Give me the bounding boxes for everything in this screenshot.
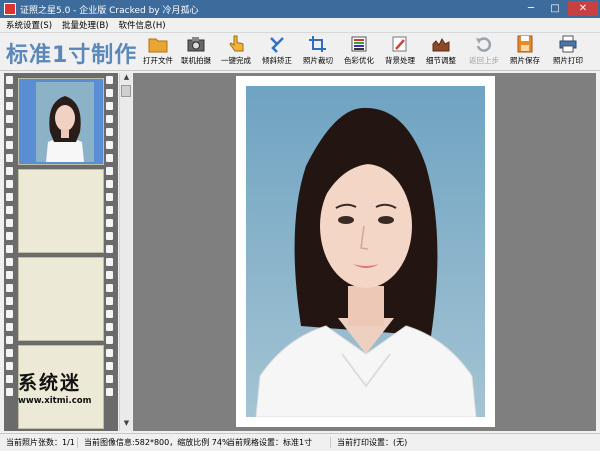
- open-file-button[interactable]: 打开文件: [138, 35, 178, 69]
- brand-title: 标准1寸制作: [6, 43, 138, 68]
- film-frame-empty[interactable]: [18, 169, 104, 253]
- photo-crop-label: 照片裁切: [303, 56, 333, 65]
- detail-adjust-button[interactable]: 细节调整: [421, 35, 461, 69]
- photo-crop-button[interactable]: 照片裁切: [298, 35, 338, 69]
- filmstrip-scrollbar[interactable]: ▲ ▼: [119, 73, 132, 431]
- brush-icon: [392, 36, 407, 52]
- open-file-label: 打开文件: [143, 56, 173, 65]
- toolbar: 标准1寸制作 打开文件 联机拍摄 一键完成 倾斜矫正 照片裁切 色彩优化 背景处…: [0, 33, 600, 71]
- photo-paper: [236, 76, 495, 427]
- watermark-cn: 系统迷: [18, 372, 82, 394]
- status-print-setting: 当前打印设置：(无): [337, 438, 408, 447]
- minimize-button[interactable]: ─: [520, 1, 542, 16]
- status-bar: 当前照片张数：1/1 当前图像信息:582*800，缩放比例 74% 当前规格设…: [0, 433, 600, 451]
- detail-adjust-label: 细节调整: [426, 56, 456, 65]
- preview-canvas[interactable]: [133, 73, 596, 431]
- window-title: 证照之星5.0 - 企业版 Cracked by 冷月孤心: [20, 5, 199, 16]
- menu-batch-process[interactable]: 批量处理(B): [62, 19, 108, 31]
- film-frame-empty[interactable]: [18, 257, 104, 341]
- save-icon: [517, 35, 533, 53]
- save-photo-button[interactable]: 照片保存: [505, 35, 545, 69]
- hand-pointer-icon: [229, 35, 244, 52]
- filmstrip: 系统迷 www.xitmi.com: [4, 73, 118, 431]
- scroll-down-arrow-icon[interactable]: ▼: [120, 419, 133, 431]
- scroll-up-arrow-icon[interactable]: ▲: [120, 73, 133, 85]
- undo-icon: [476, 37, 492, 52]
- undo-label: 返回上步: [469, 56, 499, 65]
- photo-thumbnail: [36, 82, 94, 162]
- folder-icon: [148, 38, 168, 53]
- levels-icon: [432, 37, 450, 52]
- menu-software-info[interactable]: 软件信息(H): [119, 19, 166, 31]
- status-photo-count: 当前照片张数：1/1: [0, 437, 78, 448]
- color-optimize-button[interactable]: 色彩优化: [339, 35, 379, 69]
- menu-bar: 系统设置(S) 批量处理(B) 软件信息(H): [0, 18, 600, 33]
- background-process-button[interactable]: 背景处理: [380, 35, 420, 69]
- print-photo-button[interactable]: 照片打印: [548, 35, 588, 69]
- crop-icon: [309, 36, 326, 52]
- close-button[interactable]: ✕: [568, 1, 598, 16]
- status-spec-setting: 当前规格设置：标准1寸: [221, 437, 331, 448]
- tilt-correct-label: 倾斜矫正: [262, 56, 292, 65]
- rotate-icon: [270, 37, 284, 53]
- one-click-label: 一键完成: [221, 56, 251, 65]
- portrait-thumbnail-image: [36, 82, 94, 162]
- scrollbar-thumb[interactable]: [121, 85, 131, 97]
- film-holes-left: [6, 73, 16, 431]
- tilt-correct-button[interactable]: 倾斜矫正: [257, 35, 297, 69]
- color-optimize-label: 色彩优化: [344, 56, 374, 65]
- watermark-url: www.xitmi.com: [18, 396, 92, 406]
- id-photo-preview: [246, 86, 485, 417]
- color-bars-icon: [351, 36, 367, 52]
- camera-icon: [187, 37, 205, 52]
- tethered-shoot-button[interactable]: 联机拍摄: [176, 35, 216, 69]
- portrait-image: [246, 86, 485, 417]
- printer-icon: [559, 35, 577, 53]
- background-process-label: 背景处理: [385, 56, 415, 65]
- maximize-button[interactable]: □: [544, 1, 566, 16]
- film-frame-selected[interactable]: [18, 78, 104, 165]
- one-click-button[interactable]: 一键完成: [216, 35, 256, 69]
- print-photo-label: 照片打印: [553, 56, 583, 65]
- menu-system-settings[interactable]: 系统设置(S): [6, 19, 52, 31]
- save-photo-label: 照片保存: [510, 56, 540, 65]
- undo-button[interactable]: 返回上步: [464, 35, 504, 69]
- title-bar: 证照之星5.0 - 企业版 Cracked by 冷月孤心 ─ □ ✕: [0, 0, 600, 18]
- app-icon: [4, 3, 16, 15]
- tethered-shoot-label: 联机拍摄: [181, 56, 211, 65]
- watermark: 系统迷 www.xitmi.com: [18, 368, 110, 408]
- status-image-info: 当前图像信息:582*800，缩放比例 74%: [78, 437, 230, 448]
